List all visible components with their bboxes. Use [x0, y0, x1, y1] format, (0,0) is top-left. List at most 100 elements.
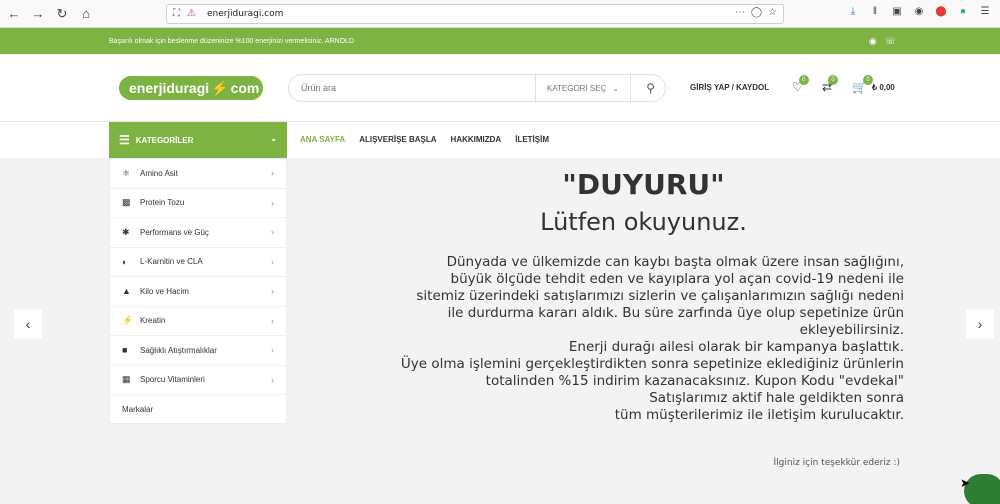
mouse-cursor-icon: ➤	[960, 476, 971, 490]
login-register-link[interactable]: GİRİŞ YAP / KAYDOL	[690, 83, 769, 92]
sidebar-icon[interactable]: ▣	[890, 4, 904, 18]
sidebar-item-label: Sağlıklı Atıştırmalıklar	[140, 345, 217, 355]
cart-icon[interactable]: 🛒 0	[852, 75, 873, 94]
pocket-icon[interactable]: ◯	[751, 7, 762, 18]
lightning-icon: ⚡	[211, 79, 229, 96]
protein-jar-icon: ▩	[122, 197, 131, 208]
search-bar: KATEGORİ SEÇ ⌄ ⚲	[288, 74, 666, 102]
instagram-icon[interactable]: ◉	[869, 36, 877, 47]
chevron-right-icon: ›	[271, 315, 274, 326]
promo-text: Başarılı olmak için beslenme düzeninize …	[109, 37, 355, 45]
announcement-line: tüm müşterilerimiz ile iletişim kuruluca…	[614, 407, 904, 423]
sidebar-item-label: Amino Asit	[140, 168, 178, 178]
heart-icon[interactable]: ♡ 0	[792, 75, 809, 94]
announcement-line: Satışlarımız aktif hale geldikten sonra	[649, 390, 904, 406]
chevron-down-icon: ⌄	[612, 83, 620, 93]
sidebar-item-brands[interactable]: Markalar	[110, 395, 286, 425]
address-bar[interactable]: ⛶ ⚠ enerjiduragi.com ⋯ ◯ ☆	[166, 4, 784, 24]
menu-contact[interactable]: İLETİŞİM	[515, 135, 549, 144]
weight-bag-icon: ▲	[122, 286, 131, 297]
sidebar-item-weight[interactable]: ▲ Kilo ve Hacim ›	[110, 277, 286, 307]
announcement-subtitle: Lütfen okuyunuz.	[540, 208, 747, 236]
announcement-line: Enerji durağı ailesi olarak bir kampanya…	[568, 339, 904, 355]
sidebar-item-label: Protein Tozu	[140, 198, 185, 208]
sidebar-item-creatine[interactable]: ⚡ Kreatin ›	[110, 307, 286, 336]
slider-prev-button[interactable]: ‹	[14, 310, 42, 338]
sidebar-item-protein[interactable]: ▩ Protein Tozu ›	[110, 189, 286, 218]
cart-total[interactable]: ₺ 0,00	[872, 83, 895, 92]
chevron-right-icon: ›	[271, 256, 274, 267]
more-icon[interactable]: ⋯	[735, 7, 745, 18]
announcement-line: Dünyada ve ülkemizde can kaybı başta olm…	[446, 254, 904, 270]
categories-button[interactable]: ☰ KATEGORİLER ⌄	[109, 122, 287, 158]
sidebar-item-label: Sporcu Vitaminleri	[140, 375, 205, 385]
sidebar-item-lcarnitine[interactable]: ◐ L-Karnitin ve CLA ›	[110, 248, 286, 277]
announcement-section: "DUYURU" Lütfen okuyunuz. Dünyada ve ülk…	[287, 158, 1000, 504]
menu-home[interactable]: ANA SAYFA	[300, 135, 345, 144]
logo-suffix: com	[230, 80, 260, 96]
url-text: enerjiduragi.com	[207, 9, 284, 19]
announcement-line: büyük ölçüde tehdit eden ve kayıplara yo…	[450, 271, 905, 287]
lightning-icon: ⚡	[122, 315, 134, 326]
compare-count-badge: 0	[828, 75, 839, 85]
molecule-icon: ⚛	[122, 167, 131, 178]
gauge-icon: ◐	[122, 256, 128, 267]
site-header: enerjiduragi ⚡ com KATEGORİ SEÇ ⌄ ⚲ GİRİ…	[0, 54, 1000, 122]
chevron-right-icon: ›	[271, 168, 274, 179]
library-icon[interactable]: ‖	[868, 4, 882, 18]
main-menu: ANA SAYFA ALIŞVERİŞE BAŞLA HAKKIMIZDA İL…	[300, 135, 549, 144]
muscle-icon: ✱	[122, 226, 130, 237]
search-icon[interactable]: ⚲	[646, 81, 655, 95]
vitamin-icon: ▦	[122, 374, 131, 385]
announcement-title: "DUYURU"	[562, 168, 725, 201]
site-logo[interactable]: enerjiduragi ⚡ com	[119, 76, 263, 100]
search-input[interactable]	[301, 83, 521, 93]
chevron-right-icon: ›	[271, 227, 274, 238]
whatsapp-icon[interactable]: ☏	[885, 36, 896, 47]
browser-toolbar: ← → ↻ ⌂ ⛶ ⚠ enerjiduragi.com ⋯ ◯ ☆ ⤓ ‖ ▣…	[0, 0, 1000, 28]
addon-icon[interactable]: ⬤	[934, 4, 948, 18]
main-nav-row: ☰ KATEGORİLER ⌄ ANA SAYFA ALIŞVERİŞE BAŞ…	[0, 122, 1000, 158]
promo-bar: Başarılı olmak için beslenme düzeninize …	[0, 28, 1000, 54]
chevron-right-icon: ›	[271, 197, 274, 208]
reload-icon[interactable]: ↻	[52, 4, 72, 24]
wishlist-count-badge: 0	[798, 75, 809, 85]
logo-text: enerjiduragi	[129, 80, 210, 96]
hamburger-icon: ☰	[119, 133, 130, 147]
site-lock-icon: ⚠	[187, 8, 196, 19]
download-icon[interactable]: ⤓	[846, 4, 860, 18]
menu-icon[interactable]: ☰	[978, 4, 992, 18]
sidebar-item-label: L-Karnitin ve CLA	[140, 257, 203, 267]
menu-shop[interactable]: ALIŞVERİŞE BAŞLA	[359, 135, 436, 144]
chevron-down-icon: ⌄	[270, 134, 277, 143]
announcement-body: Dünyada ve ülkemizde can kaybı başta olm…	[344, 254, 904, 424]
menu-about[interactable]: HAKKIMIZDA	[451, 135, 502, 144]
categories-label: KATEGORİLER	[135, 135, 194, 145]
category-sidebar: ⚛ Amino Asit › ▩ Protein Tozu › ✱ Perfor…	[109, 158, 287, 424]
compare-icon[interactable]: ⇄ 0	[822, 75, 839, 94]
chevron-right-icon: ›	[271, 374, 274, 385]
sidebar-item-label: Performans ve Güç	[140, 227, 209, 237]
category-select[interactable]: KATEGORİ SEÇ ⌄	[535, 75, 631, 101]
announcement-line: ile durdurma kararı aldık. Bu süre zarfı…	[447, 305, 904, 321]
back-arrow-icon[interactable]: ←	[4, 4, 24, 24]
sidebar-item-snacks[interactable]: ■ Sağlıklı Atıştırmalıklar ›	[110, 336, 286, 366]
forward-arrow-icon[interactable]: →	[28, 4, 48, 24]
announcement-thanks: İlginiz için teşekkür ederiz :)	[773, 458, 901, 468]
announcement-line: totalinden %15 indirim kazanacaksınız. K…	[485, 373, 904, 389]
sidebar-item-label: Kreatin	[140, 316, 166, 326]
chevron-right-icon: ›	[271, 345, 274, 356]
announcement-line: Üye olma işlemini gerçekleştirdikten son…	[400, 356, 904, 372]
account-icon[interactable]: ◉	[912, 4, 926, 18]
slider-next-button[interactable]: ›	[966, 310, 994, 338]
sidebar-item-amino[interactable]: ⚛ Amino Asit ›	[110, 159, 286, 189]
snack-bar-icon: ■	[122, 345, 128, 356]
home-icon[interactable]: ⌂	[76, 4, 96, 24]
sidebar-item-performance[interactable]: ✱ Performans ve Güç ›	[110, 218, 286, 248]
category-select-label: KATEGORİ SEÇ	[546, 83, 607, 93]
extension-icon[interactable]: ●	[956, 4, 970, 18]
page-root: ← → ↻ ⌂ ⛶ ⚠ enerjiduragi.com ⋯ ◯ ☆ ⤓ ‖ ▣…	[0, 0, 1000, 504]
announcement-line: sitemiz üzerindeki satışlarımızı sizleri…	[416, 288, 904, 304]
star-icon[interactable]: ☆	[768, 7, 777, 18]
sidebar-item-vitamins[interactable]: ▦ Sporcu Vitaminleri ›	[110, 366, 286, 395]
